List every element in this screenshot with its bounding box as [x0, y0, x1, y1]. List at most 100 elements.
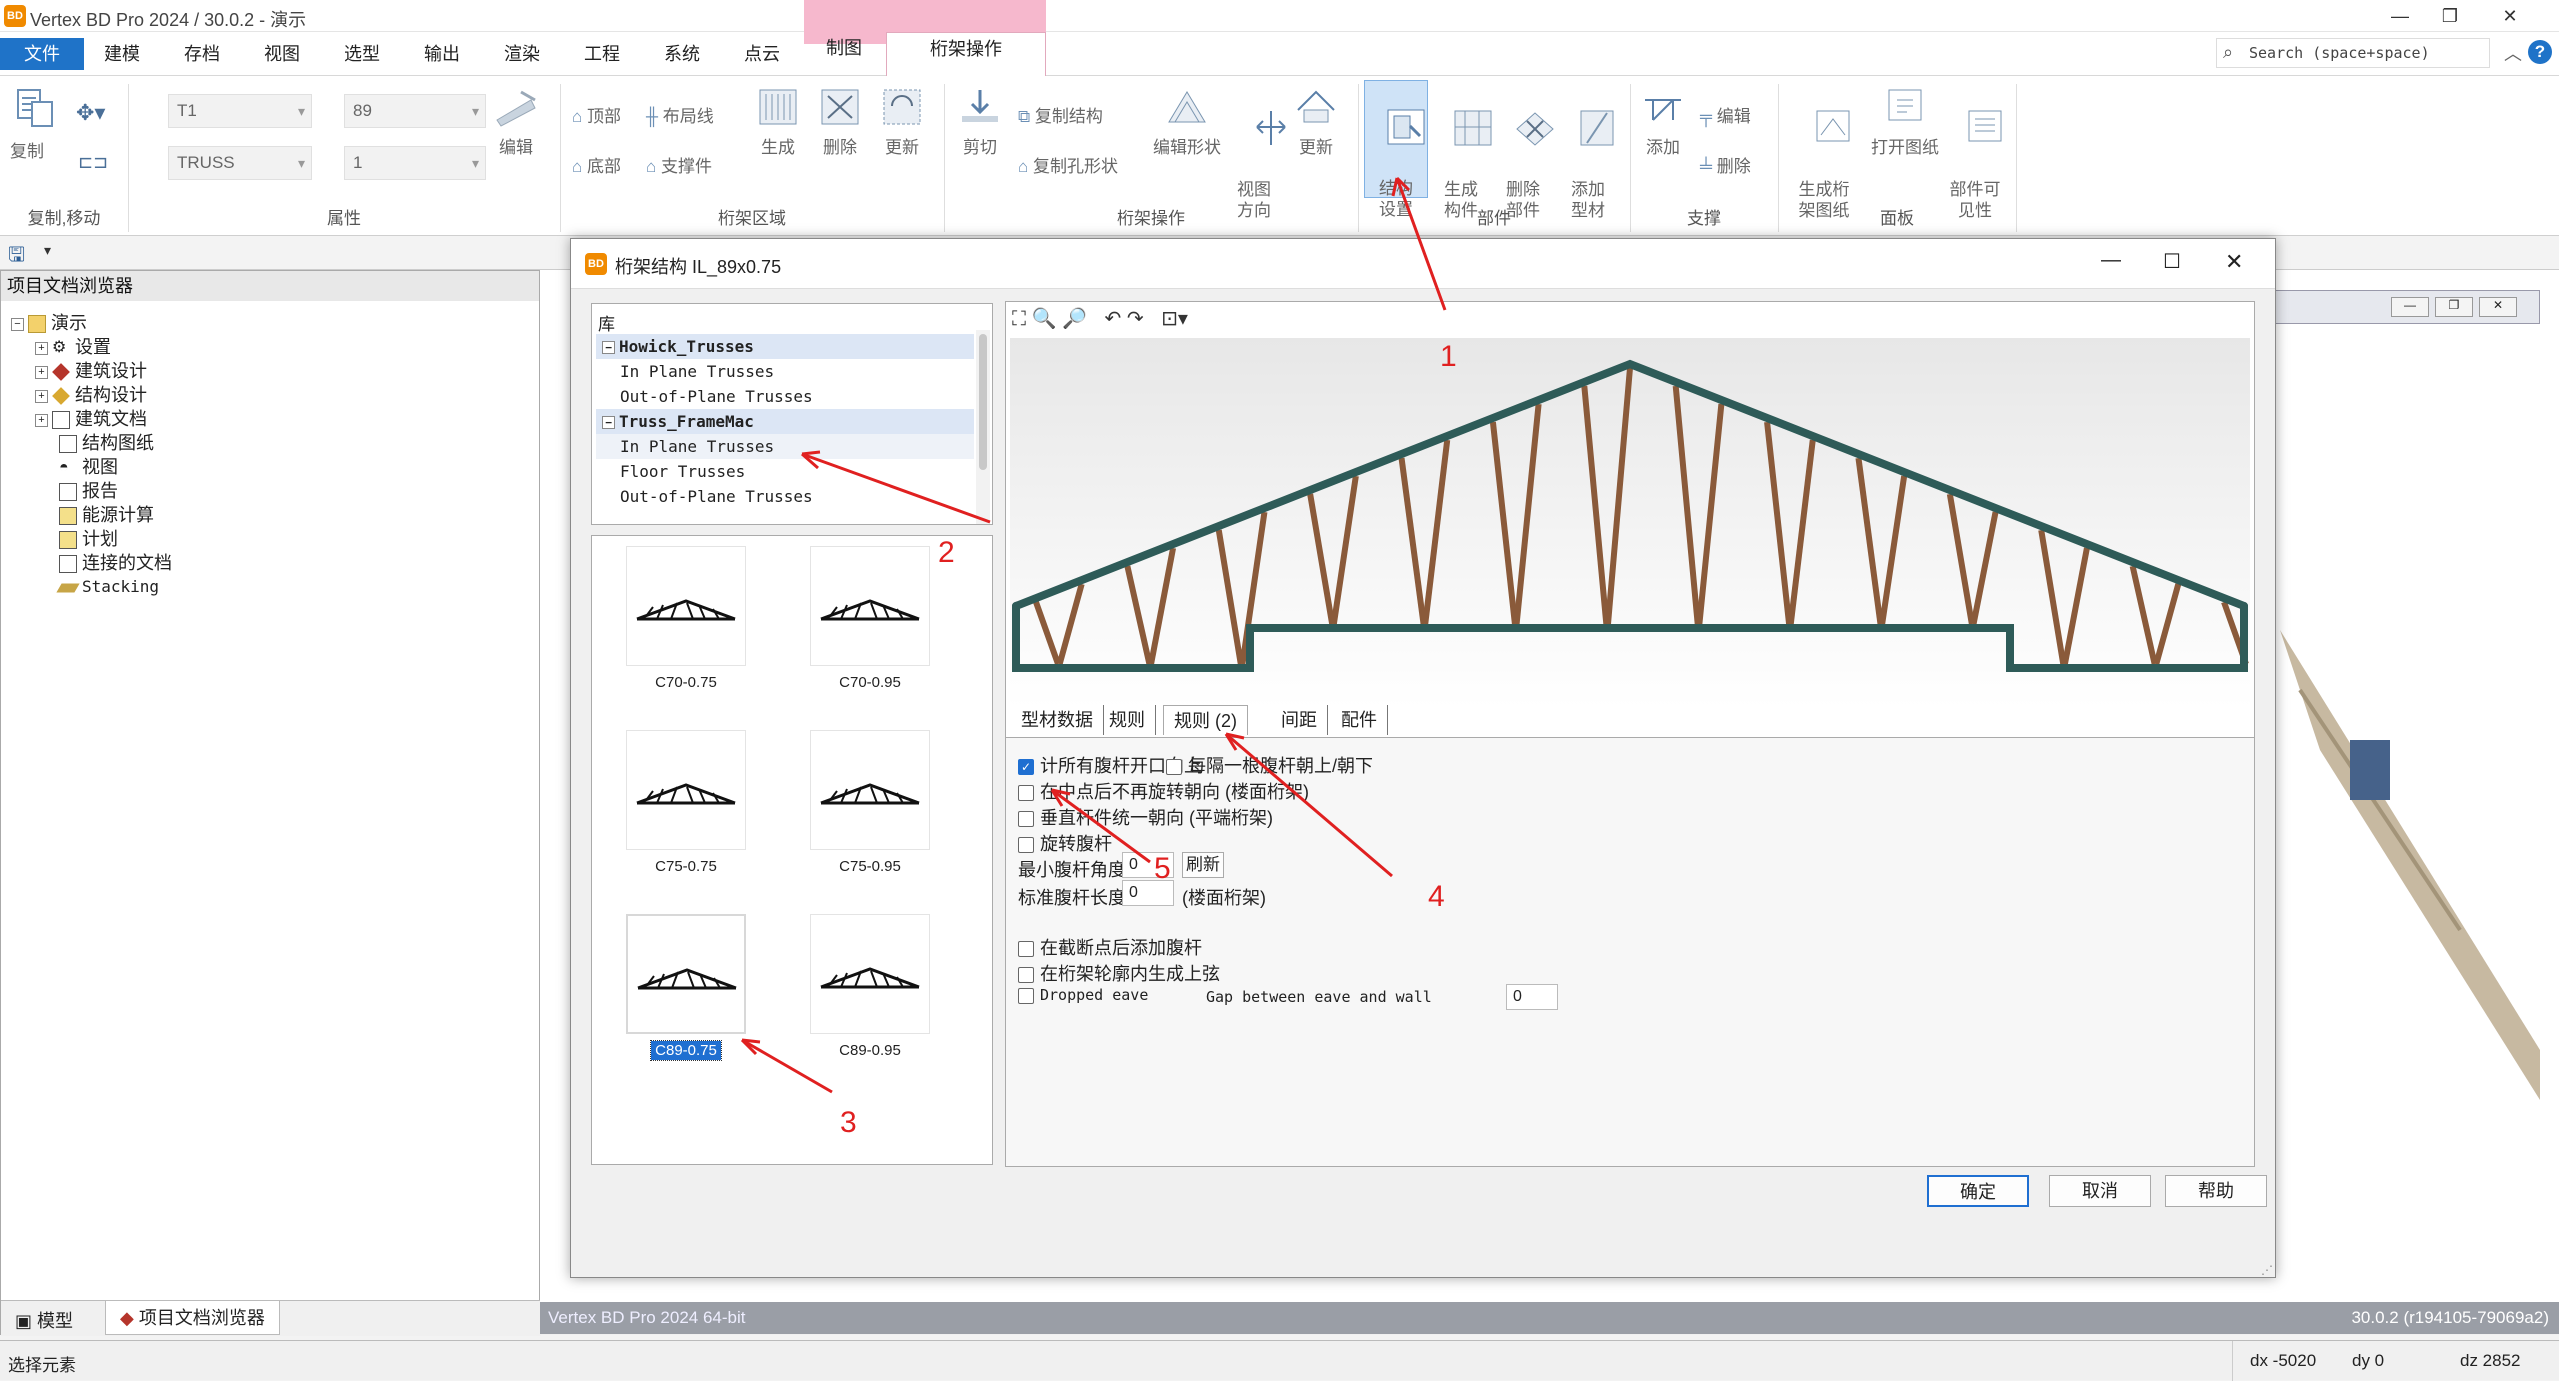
tree-item-arch-docs[interactable]: + 建筑文档: [11, 407, 172, 431]
tab-drawing[interactable]: 制图: [804, 32, 884, 68]
tab-spacing[interactable]: 间距: [1271, 705, 1328, 735]
option-vertical-uniform[interactable]: 垂直杆件统一朝向 (平端桁架): [1018, 804, 1273, 830]
structure-settings-button[interactable]: 结构 设置: [1364, 80, 1428, 219]
search-box[interactable]: ⌕ Search (space+space): [2216, 38, 2490, 68]
tree-item-views[interactable]: ◓ 视图: [11, 455, 172, 479]
tab-profile-data[interactable]: 型材数据: [1011, 705, 1104, 735]
dialog-maximize-button[interactable]: ☐: [2163, 249, 2181, 274]
quantity-combo[interactable]: 1: [344, 146, 486, 180]
bg-close-button[interactable]: ✕: [2479, 297, 2517, 317]
menu-file[interactable]: 文件: [0, 38, 84, 70]
ops-update-button[interactable]: 更新: [1290, 86, 1342, 158]
copy-hole-button[interactable]: ⌂ 复制孔形状: [1018, 152, 1118, 177]
checkbox-icon[interactable]: [1018, 811, 1034, 828]
zoom-in-icon[interactable]: 🔍: [1032, 308, 1057, 330]
bg-restore-button[interactable]: ❐: [2435, 297, 2473, 317]
area-update-button[interactable]: 更新: [876, 86, 928, 158]
tree-item-reports[interactable]: 报告: [11, 479, 172, 503]
profile-thumb-selected[interactable]: C89-0.75: [626, 914, 746, 1061]
move-icon[interactable]: ✥▾: [76, 100, 105, 126]
checkbox-icon[interactable]: [1018, 987, 1034, 1004]
tree-item-demo[interactable]: − 演示: [11, 311, 172, 335]
menu-project[interactable]: 工程: [566, 40, 638, 68]
profile-size-combo[interactable]: 89: [344, 94, 486, 128]
profile-thumb[interactable]: C89-0.95: [810, 914, 930, 1059]
truss-type-combo[interactable]: T1: [168, 94, 312, 128]
area-delete-button[interactable]: 删除: [814, 86, 866, 158]
tab-model[interactable]: ▣ 模型: [15, 1307, 73, 1333]
tree-item-linked-docs[interactable]: 连接的文档: [11, 551, 172, 575]
element-class-combo[interactable]: TRUSS: [168, 146, 312, 180]
menu-system[interactable]: 系统: [646, 40, 718, 68]
tree-item-settings[interactable]: + ⚙ 设置: [11, 335, 172, 359]
library-group[interactable]: − Truss_FrameMac: [596, 409, 974, 434]
menu-render[interactable]: 渲染: [486, 40, 558, 68]
save-icon[interactable]: 🖫: [8, 240, 25, 274]
checkbox-icon[interactable]: [1018, 941, 1034, 958]
zoom-fit-icon[interactable]: ⛶: [1012, 308, 1026, 330]
profile-thumb[interactable]: C75-0.95: [810, 730, 930, 875]
top-button[interactable]: ⌂ 顶部: [572, 102, 621, 127]
profile-thumb[interactable]: C70-0.75: [626, 546, 746, 691]
mirror-icon[interactable]: ⊏⊐: [78, 152, 108, 173]
ok-button[interactable]: 确定: [1927, 1175, 2029, 1207]
menu-select[interactable]: 选型: [326, 40, 398, 68]
expand-toggle-icon[interactable]: +: [35, 341, 48, 355]
collapse-toggle-icon[interactable]: −: [11, 317, 24, 331]
option-top-chord-inside[interactable]: 在桁架轮廓内生成上弦: [1018, 960, 1220, 986]
area-generate-button[interactable]: 生成: [752, 86, 804, 158]
bottom-button[interactable]: ⌂ 底部: [572, 152, 621, 177]
library-item-selected[interactable]: In Plane Trusses: [596, 434, 974, 459]
scrollbar-thumb[interactable]: [979, 334, 987, 470]
search-input[interactable]: Search (space+space): [2249, 44, 2430, 62]
maximize-button[interactable]: ❐: [2430, 2, 2470, 30]
tree-item-energy[interactable]: 能源计算: [11, 503, 172, 527]
checkbox-icon[interactable]: [1166, 759, 1182, 776]
option-alternate-webs[interactable]: 每隔一根腹杆朝上/朝下: [1166, 752, 1373, 778]
tree-item-schedule[interactable]: 计划: [11, 527, 172, 551]
refresh-button[interactable]: 刷新: [1182, 852, 1224, 878]
option-rotate-webs[interactable]: 旋转腹杆: [1018, 830, 1112, 856]
rotate-left-icon[interactable]: ↶: [1105, 308, 1122, 330]
option-no-rotate-midpoint[interactable]: 在中点后不再旋转朝向 (楼面桁架): [1018, 778, 1309, 804]
library-item[interactable]: Out-of-Plane Trusses: [596, 484, 974, 509]
expand-toggle-icon[interactable]: +: [35, 365, 48, 379]
menu-model[interactable]: 建模: [86, 40, 158, 68]
cut-button[interactable]: 剪切: [952, 86, 1008, 158]
view-options-icon[interactable]: ⊡▾: [1161, 308, 1188, 330]
bg-minimize-button[interactable]: —: [2391, 297, 2429, 317]
library-scrollbar[interactable]: [976, 330, 990, 524]
open-sheet-button[interactable]: 打开图纸: [1866, 86, 1944, 158]
library-item[interactable]: Floor Trusses: [596, 459, 974, 484]
menu-output[interactable]: 输出: [406, 40, 478, 68]
tree-item-struct-sheets[interactable]: 结构图纸: [11, 431, 172, 455]
collapse-toggle-icon[interactable]: −: [602, 341, 615, 354]
menu-save[interactable]: 存档: [166, 40, 238, 68]
dialog-minimize-button[interactable]: —: [2101, 249, 2121, 272]
delete-brace-button[interactable]: ╧ 删除: [1700, 152, 1751, 177]
profile-thumb[interactable]: C70-0.95: [810, 546, 930, 691]
option-add-webs-after-cut[interactable]: 在截断点后添加腹杆: [1018, 934, 1202, 960]
menu-view[interactable]: 视图: [246, 40, 318, 68]
tab-truss-ops[interactable]: 桁架操作: [886, 32, 1046, 76]
tab-project-browser[interactable]: ◆ 项目文档浏览器: [105, 1301, 280, 1335]
checkbox-icon[interactable]: [1018, 837, 1034, 854]
copy-button[interactable]: 复制: [10, 86, 60, 162]
library-item[interactable]: Out-of-Plane Trusses: [596, 384, 974, 409]
add-brace-button[interactable]: 添加: [1638, 86, 1688, 158]
profile-thumb[interactable]: C75-0.75: [626, 730, 746, 875]
gap-eave-wall-input[interactable]: 0: [1506, 984, 1558, 1010]
qat-dropdown-icon[interactable]: ▾: [44, 242, 51, 259]
help-button[interactable]: 帮助: [2165, 1175, 2267, 1207]
help-icon[interactable]: ?: [2528, 40, 2552, 64]
expand-toggle-icon[interactable]: +: [35, 413, 48, 427]
rotate-right-icon[interactable]: ↷: [1127, 308, 1144, 330]
tab-rules[interactable]: 规则: [1099, 705, 1156, 735]
library-group[interactable]: − Howick_Trusses: [596, 334, 974, 359]
zoom-out-icon[interactable]: 🔎: [1062, 308, 1087, 330]
menu-pointcloud[interactable]: 点云: [726, 40, 798, 68]
layout-line-button[interactable]: ╫ 布局线: [646, 102, 714, 127]
minimize-button[interactable]: —: [2380, 2, 2420, 30]
edit-props-button[interactable]: 编辑: [490, 86, 542, 158]
tree-item-arch-design[interactable]: + 建筑设计: [11, 359, 172, 383]
